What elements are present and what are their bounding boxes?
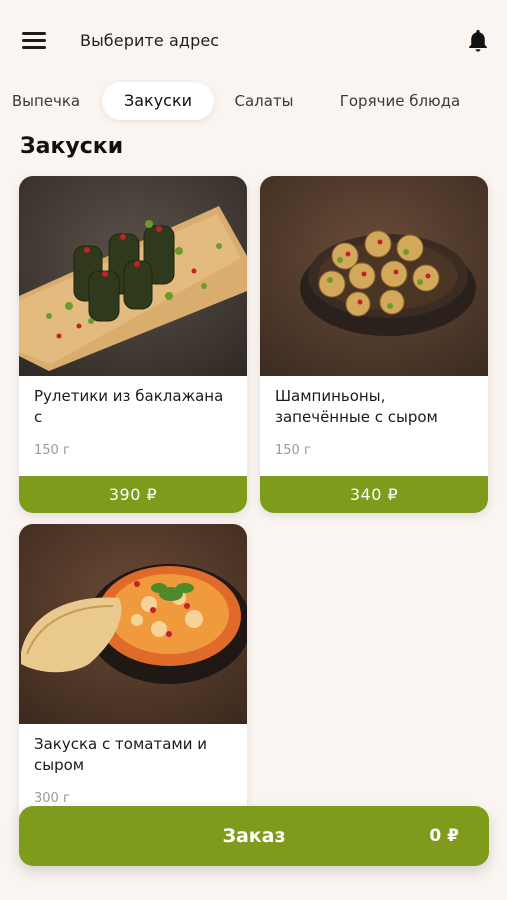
product-photo-tomato-cheese [19, 524, 247, 724]
product-card-tomato-cheese[interactable]: Закуска с томатами и сыром 300 г [19, 524, 247, 824]
product-card-mushrooms[interactable]: Шампиньоны, запечённые с сыром 150 г 340… [260, 176, 488, 513]
tab-zakuski[interactable]: Закуски [102, 82, 214, 120]
app-header: Выберите адрес [0, 0, 507, 80]
add-to-cart-button[interactable]: 340 ₽ [260, 476, 488, 513]
product-name: Рулетики из баклажана с [34, 387, 224, 426]
hamburger-menu-icon[interactable] [22, 32, 48, 50]
order-button[interactable]: Заказ 0 ₽ [19, 806, 489, 866]
notification-bell-icon[interactable] [464, 27, 492, 55]
tab-partial[interactable]: С [500, 82, 507, 120]
product-weight: 150 г [275, 443, 311, 458]
tab-vypechka[interactable]: Выпечка [6, 82, 86, 120]
section-title: Закуски [20, 134, 124, 159]
product-name: Шампиньоны, запечённые с сыром [275, 387, 438, 426]
address-selector[interactable]: Выберите адрес [80, 31, 219, 50]
order-label: Заказ [222, 825, 286, 847]
product-weight: 300 г [34, 791, 70, 806]
product-card-eggplant-rolls[interactable]: Рулетики из баклажана с 150 г 390 ₽ [19, 176, 247, 513]
tab-salaty[interactable]: Салаты [228, 82, 300, 120]
product-photo-eggplant-rolls [19, 176, 247, 376]
product-name: Закуска с томатами и сыром [34, 735, 207, 774]
category-tabs: Выпечка Закуски Салаты Горячие блюда С [0, 80, 507, 124]
add-to-cart-button[interactable]: 390 ₽ [19, 476, 247, 513]
product-photo-mushrooms [260, 176, 488, 376]
tab-goryachie-blyuda[interactable]: Горячие блюда [330, 82, 470, 120]
order-total: 0 ₽ [429, 826, 459, 846]
product-weight: 150 г [34, 443, 70, 458]
